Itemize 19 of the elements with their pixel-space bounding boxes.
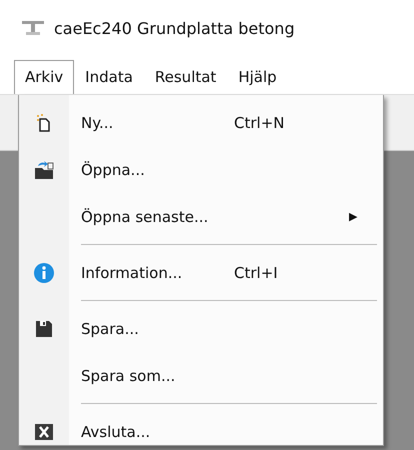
menu-item[interactable]: Öppna senaste... ▶ (19, 193, 383, 240)
menu-tab[interactable]: Indata (74, 60, 144, 94)
info-icon (34, 262, 54, 282)
menu-tab[interactable]: Hjälp (227, 60, 288, 94)
menu-item[interactable]: Spara som... (19, 352, 383, 399)
beam-icon (22, 21, 44, 35)
folder-icon (34, 160, 54, 178)
close-icon (35, 424, 53, 440)
menu-tab[interactable]: Resultat (144, 60, 228, 94)
window-title: caeEc240 Grundplatta betong (54, 18, 295, 38)
menu-item[interactable]: Ny... Ctrl+N (19, 99, 383, 146)
menu-tab[interactable]: Arkiv (14, 60, 74, 94)
submenu-arrow-icon: ▶ (349, 210, 358, 223)
menu-item[interactable]: Öppna... (19, 146, 383, 193)
menu-item[interactable]: Avsluta... (19, 408, 383, 450)
new-document-icon (36, 114, 52, 132)
save-icon (35, 320, 53, 338)
menu-item[interactable]: Spara... (19, 305, 383, 352)
menu-item[interactable]: Information... Ctrl+I (19, 249, 383, 296)
